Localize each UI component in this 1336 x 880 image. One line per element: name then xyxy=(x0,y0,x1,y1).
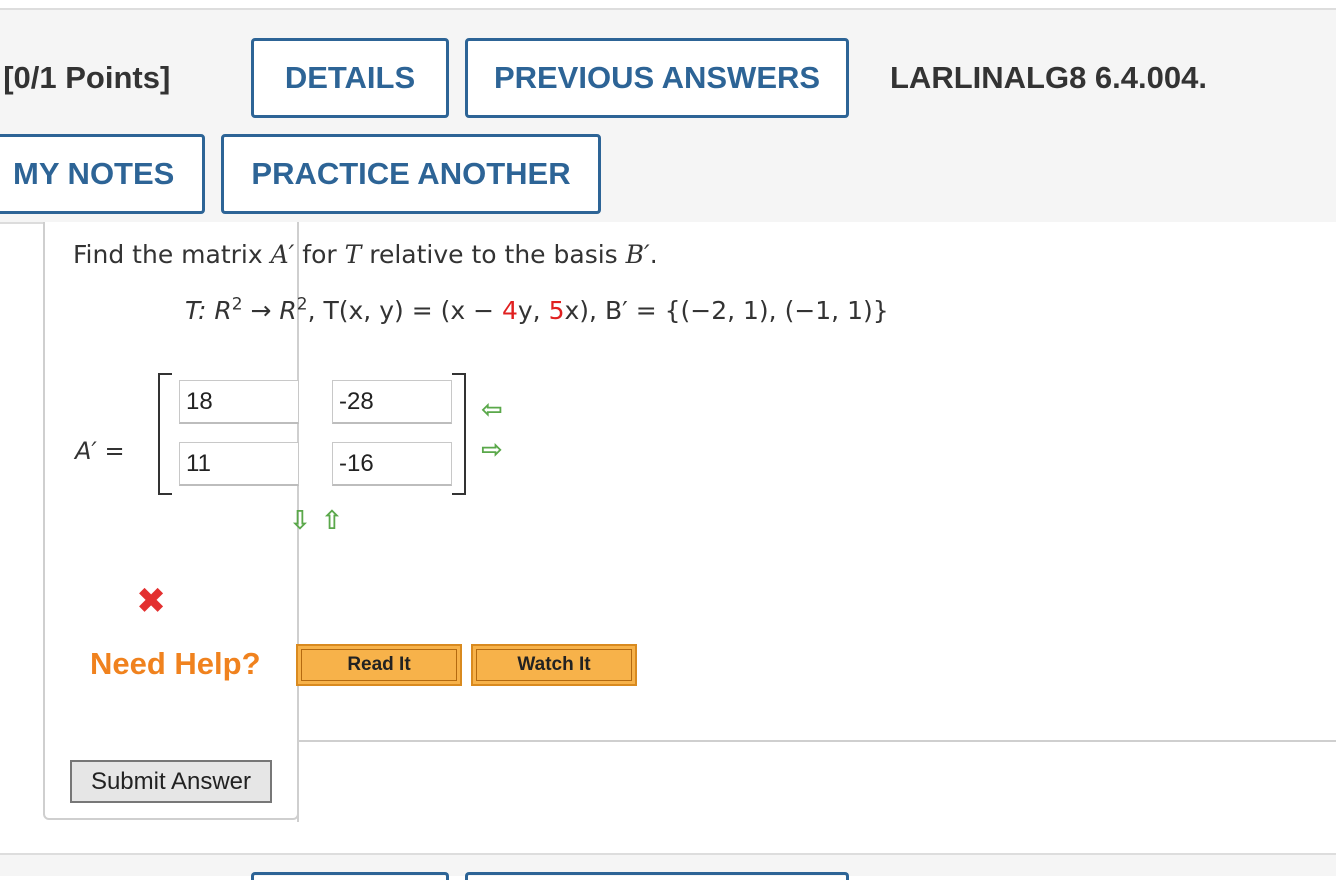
arrow-down-icon[interactable]: ⇩ xyxy=(289,508,311,534)
coefficient-4: 4 xyxy=(501,296,518,325)
coefficient-5: 5 xyxy=(548,296,565,325)
matrix-right-bracket xyxy=(452,373,466,495)
previous-answers-button[interactable]: PREVIOUS ANSWERS xyxy=(465,38,849,118)
matrix-input-r1c2[interactable]: -28 xyxy=(332,380,452,424)
need-help-label: Need Help? xyxy=(90,646,261,681)
question-id: LARLINALG8 6.4.004. xyxy=(890,60,1207,95)
matrix-input-r2c2[interactable]: -16 xyxy=(332,442,452,486)
matrix-label: A′ = xyxy=(75,437,125,465)
matrix-left-bracket xyxy=(158,373,172,495)
my-notes-button[interactable]: MY NOTES xyxy=(0,134,205,214)
matrix-input-r2c1[interactable]: 11 xyxy=(179,442,299,486)
matrix-input-r1c1[interactable]: 18 xyxy=(179,380,299,424)
watch-it-button[interactable]: Watch It xyxy=(471,644,637,686)
arrow-up-icon[interactable]: ⇧ xyxy=(321,508,343,534)
question-header: . [0/1 Points] DETAILS PREVIOUS ANSWERS … xyxy=(0,10,1336,224)
next-details-button[interactable] xyxy=(251,872,449,880)
arrow-right-icon[interactable]: ⇨ xyxy=(481,437,503,463)
problem-prompt: Find the matrix A′ for T relative to the… xyxy=(73,240,658,269)
incorrect-x-icon: ✖ xyxy=(136,581,167,622)
submit-answer-button[interactable]: Submit Answer xyxy=(70,760,272,803)
practice-another-button[interactable]: PRACTICE ANOTHER xyxy=(221,134,601,214)
question-points: . [0/1 Points] xyxy=(0,60,171,95)
next-previous-answers-button[interactable] xyxy=(465,872,849,880)
panel-divider xyxy=(297,738,299,822)
arrow-left-icon[interactable]: ⇦ xyxy=(481,397,503,423)
read-it-button[interactable]: Read It xyxy=(296,644,462,686)
details-button[interactable]: DETAILS xyxy=(251,38,449,118)
transformation-equation: T: R2 → R2, T(x, y) = (x − 4y, 5x), B′ =… xyxy=(185,294,889,325)
